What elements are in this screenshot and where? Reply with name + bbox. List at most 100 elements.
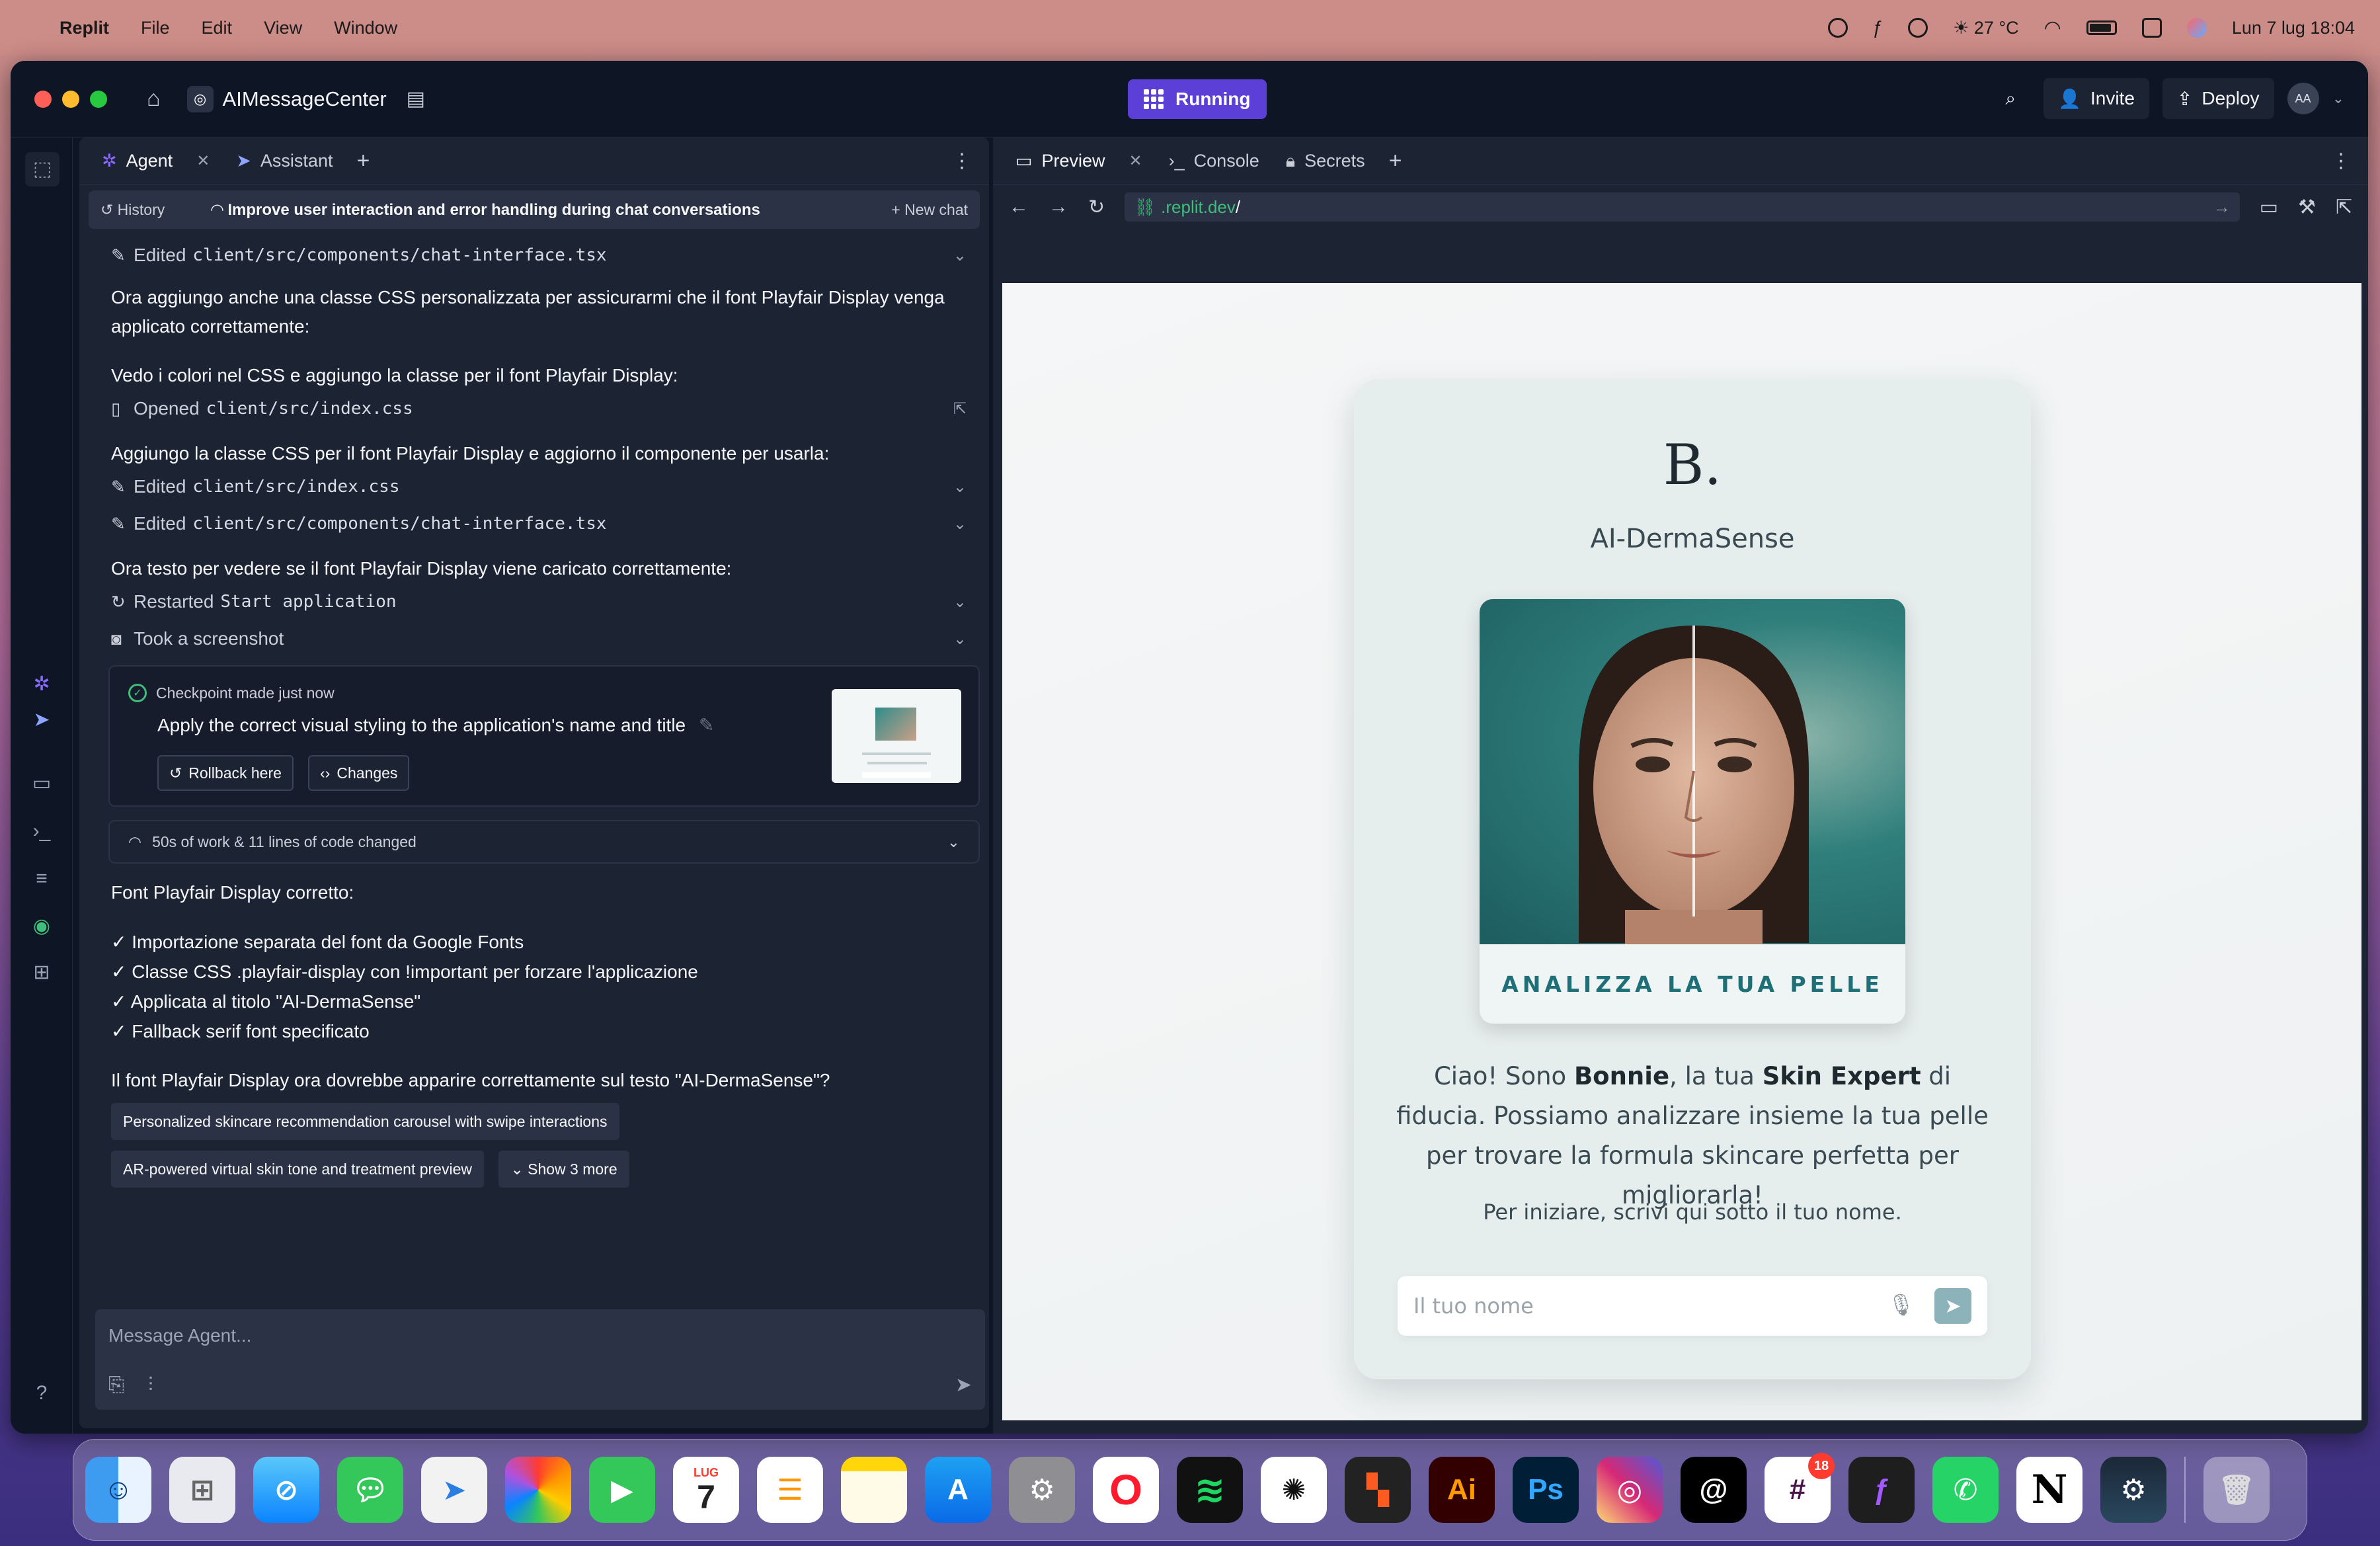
chevron-down-icon[interactable]: ⌄ <box>947 833 960 851</box>
close-window-button[interactable] <box>34 90 52 108</box>
microphone-icon[interactable]: 🎙︎ <box>1887 1292 1915 1317</box>
send-icon[interactable]: ➤ <box>955 1373 972 1397</box>
tab-assistant[interactable]: ➤ Assistant <box>223 138 346 185</box>
preview-rail-icon[interactable]: ▭ <box>29 771 54 796</box>
all-tools-rail-icon[interactable]: ⊞ <box>29 960 54 985</box>
clock[interactable]: Lun 7 lug 18:04 <box>2232 18 2355 38</box>
url-field[interactable]: ⛓ .replit.dev / → <box>1125 192 2240 222</box>
zoom-window-button[interactable] <box>90 90 107 108</box>
siri-icon[interactable] <box>2186 18 2207 38</box>
app-store-icon[interactable]: A <box>925 1457 991 1523</box>
history-button[interactable]: ↺ History <box>100 201 165 219</box>
home-icon[interactable]: ⌂ <box>147 86 161 112</box>
help-icon[interactable]: ? <box>29 1381 54 1406</box>
notes-icon[interactable] <box>841 1457 907 1523</box>
figma-icon[interactable]: ƒ <box>1848 1457 1915 1523</box>
openai-status-icon[interactable] <box>1827 18 1848 38</box>
suggestion-chip[interactable]: Personalized skincare recommendation car… <box>111 1103 619 1140</box>
changes-button[interactable]: ‹› Changes <box>308 755 410 791</box>
chevron-down-icon[interactable]: ⌄ <box>953 246 967 265</box>
control-center-icon[interactable] <box>2141 18 2162 38</box>
invite-button[interactable]: 👤 Invite <box>2043 78 2149 119</box>
tab-agent[interactable]: ✲ Agent ✕ <box>89 138 223 185</box>
new-tab-button[interactable]: + <box>1389 148 1402 174</box>
more-options-icon[interactable]: ⋮ <box>2331 149 2359 173</box>
analyze-skin-card[interactable]: ANALIZZA LA TUA PELLE <box>1480 599 1905 1024</box>
launchpad-icon[interactable]: ⊞ <box>169 1457 235 1523</box>
chatgpt-icon[interactable]: ✺ <box>1261 1457 1327 1523</box>
photos-icon[interactable] <box>505 1457 571 1523</box>
notion-icon[interactable]: N <box>2016 1457 2082 1523</box>
whatsapp-icon[interactable]: ✆ <box>1932 1457 1999 1523</box>
opera-icon[interactable]: O <box>1093 1457 1159 1523</box>
send-button[interactable]: ➤ <box>1934 1288 1971 1324</box>
action-edited-chat-interface-2[interactable]: ✎ Edited client/src/components/chat-inte… <box>111 505 967 542</box>
chevron-down-icon[interactable]: ⌄ <box>2332 90 2344 107</box>
new-tab-button[interactable]: + <box>356 148 370 174</box>
avatar[interactable]: AA <box>2287 83 2319 114</box>
close-tab-icon[interactable]: ✕ <box>1129 151 1142 171</box>
tab-secrets[interactable]: 🔒︎ Secrets <box>1273 138 1378 185</box>
minimize-window-button[interactable] <box>62 90 79 108</box>
action-opened-index-css[interactable]: ▯ Opened client/src/index.css ⇱ <box>111 390 967 427</box>
rollback-button[interactable]: ↺ Rollback here <box>157 755 294 791</box>
work-summary-row[interactable]: ◠ 50s of work & 11 lines of code changed… <box>108 820 980 864</box>
agent-rail-icon[interactable]: ✲ <box>29 672 54 697</box>
suggestion-chip[interactable]: AR-powered virtual skin tone and treatme… <box>111 1151 484 1188</box>
battery-icon[interactable] <box>2086 20 2117 35</box>
deploy-button[interactable]: ⇪ Deploy <box>2162 78 2274 119</box>
chevron-down-icon[interactable]: ⌄ <box>953 630 967 649</box>
menu-file[interactable]: File <box>141 18 170 38</box>
forward-icon[interactable]: → <box>1049 196 1068 218</box>
go-icon[interactable]: → <box>2213 197 2231 218</box>
attach-icon[interactable]: ⎘ <box>108 1374 124 1397</box>
close-tab-icon[interactable]: ✕ <box>196 151 210 171</box>
action-edited-chat-interface[interactable]: ✎ Edited client/src/components/chat-inte… <box>111 237 967 274</box>
taskade-icon[interactable]: ▚ <box>1345 1457 1411 1523</box>
messages-icon[interactable]: 💬︎ <box>337 1457 403 1523</box>
action-edited-index-css[interactable]: ✎ Edited client/src/index.css ⌄ <box>111 468 967 505</box>
new-chat-button[interactable]: + New chat <box>891 201 968 219</box>
menu-app-name[interactable]: Replit <box>60 18 109 38</box>
tab-preview[interactable]: ▭ Preview ✕ <box>1002 138 1156 185</box>
wifi-icon[interactable]: ◠ <box>2044 17 2061 40</box>
action-screenshot[interactable]: ◙ Took a screenshot ⌄ <box>111 620 967 657</box>
facetime-icon[interactable]: ▶ <box>589 1457 655 1523</box>
figma-status-icon[interactable]: ƒ <box>1873 17 1884 38</box>
more-options-icon[interactable]: ⋮ <box>952 149 980 173</box>
settings-sliders-icon[interactable]: ⫶ <box>148 1374 153 1397</box>
pencil-icon[interactable]: ✎ <box>699 715 714 735</box>
device-icon[interactable]: ▭ <box>2260 196 2278 219</box>
repl-name[interactable]: AIMessageCenter <box>223 87 387 111</box>
open-file-icon[interactable]: ⇱ <box>953 399 967 419</box>
maps-icon[interactable]: ➤ <box>421 1457 487 1523</box>
deployments-rail-icon[interactable]: ◉ <box>29 914 54 939</box>
menu-edit[interactable]: Edit <box>202 18 233 38</box>
menu-view[interactable]: View <box>264 18 302 38</box>
repl-menu-icon[interactable]: ▤ <box>407 87 425 110</box>
open-new-window-icon[interactable]: ⇱ <box>2336 196 2352 219</box>
analyze-skin-button[interactable]: ANALIZZA LA TUA PELLE <box>1480 944 1905 1024</box>
reminders-icon[interactable]: ☰ <box>757 1457 823 1523</box>
finder-icon[interactable]: ☺ <box>85 1457 151 1523</box>
chevron-down-icon[interactable]: ⌄ <box>953 592 967 612</box>
chevron-down-icon[interactable]: ⌄ <box>953 477 967 497</box>
photoshop-icon[interactable]: Ps <box>1513 1457 1579 1523</box>
file-tree-toggle-icon[interactable]: ⬚ <box>25 152 60 186</box>
play-status-icon[interactable] <box>1908 18 1928 38</box>
show-more-button[interactable]: ⌄ Show 3 more <box>498 1151 629 1188</box>
tab-console[interactable]: ›_ Console <box>1156 138 1273 185</box>
message-input[interactable] <box>108 1321 968 1350</box>
console-rail-icon[interactable]: ›_ <box>29 819 54 844</box>
safari-icon[interactable]: ⊘ <box>253 1457 319 1523</box>
action-restarted-app[interactable]: ↻ Restarted Start application ⌄ <box>111 583 967 620</box>
spotify-icon[interactable]: ≋ <box>1177 1457 1243 1523</box>
checkpoint-screenshot-thumbnail[interactable] <box>832 689 961 783</box>
weather-widget[interactable]: ☀ 27 °C <box>1953 18 2019 38</box>
illustrator-icon[interactable]: Ai <box>1429 1457 1495 1523</box>
assistant-rail-icon[interactable]: ➤ <box>29 708 54 733</box>
reload-icon[interactable]: ↻ <box>1088 196 1105 219</box>
back-icon[interactable]: ← <box>1009 196 1029 218</box>
devtools-icon[interactable]: ⚒ <box>2298 196 2316 219</box>
chevron-down-icon[interactable]: ⌄ <box>953 514 967 534</box>
